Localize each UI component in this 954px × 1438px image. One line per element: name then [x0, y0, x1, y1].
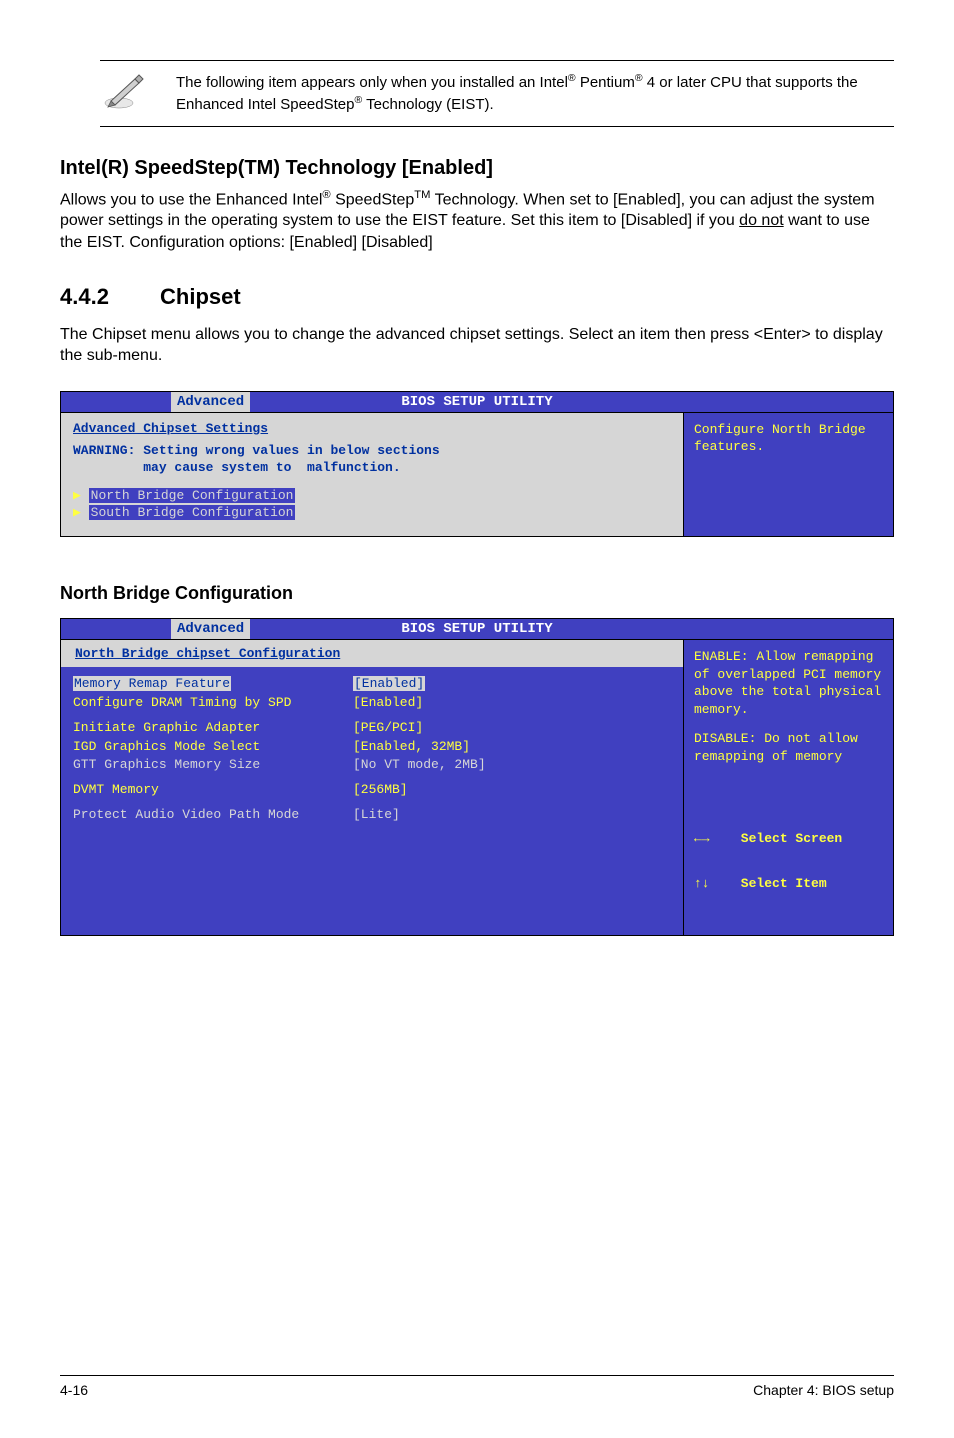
pen-note-icon	[100, 71, 148, 111]
note-callout: The following item appears only when you…	[100, 60, 894, 127]
bios1-header: BIOS SETUP UTILITY Advanced	[61, 392, 893, 413]
speedstep-heading: Intel(R) SpeedStep(TM) Technology [Enabl…	[60, 157, 894, 180]
bios2-tab-advanced: Advanced	[171, 619, 250, 639]
bios2-row-dvmt: DVMT Memory [256MB]	[73, 781, 671, 800]
bios2-help-disable: DISABLE: Do not allow remapping of memor…	[694, 730, 883, 765]
bios-screenshot-1: BIOS SETUP UTILITY Advanced Advanced Chi…	[60, 391, 894, 567]
bios1-tab-advanced: Advanced	[171, 392, 250, 412]
chapter-label: Chapter 4: BIOS setup	[753, 1382, 894, 1398]
bios2-nav-hints: ←→ Select Screen ↑↓ Select Item	[694, 801, 883, 921]
bios2-row-initiate-graphic: Initiate Graphic Adapter [PEG/PCI]	[73, 719, 671, 738]
bios2-row-protect-audio: Protect Audio Video Path Mode [Lite]	[73, 806, 671, 825]
bios2-row-memory-remap: Memory Remap Feature [Enabled]	[73, 675, 671, 694]
triangle-right-icon: ▶	[73, 505, 89, 520]
chipset-heading: 4.4.2Chipset	[60, 284, 894, 310]
triangle-right-icon: ▶	[73, 488, 89, 503]
bios2-row-dram-timing: Configure DRAM Timing by SPD [Enabled]	[73, 694, 671, 713]
bios1-item-south-bridge: ▶ South Bridge Configuration	[73, 504, 671, 522]
note-text: The following item appears only when you…	[176, 71, 894, 116]
north-bridge-subheading: North Bridge Configuration	[60, 583, 894, 604]
page-number: 4-16	[60, 1382, 88, 1398]
bios2-row-gtt-size: GTT Graphics Memory Size [No VT mode, 2M…	[73, 756, 671, 775]
speedstep-paragraph: Allows you to use the Enhanced Intel® Sp…	[60, 188, 894, 254]
bios-screenshot-2: BIOS SETUP UTILITY Advanced North Bridge…	[60, 618, 894, 966]
bios2-header: BIOS SETUP UTILITY Advanced	[61, 619, 893, 640]
bios1-title: Advanced Chipset Settings	[73, 421, 671, 436]
bios1-warning: WARNING: Setting wrong values in below s…	[73, 442, 671, 477]
page-footer: 4-16 Chapter 4: BIOS setup	[60, 1375, 894, 1398]
bios1-help-text: Configure North Bridge features.	[694, 421, 883, 456]
bios1-item-north-bridge: ▶ North Bridge Configuration	[73, 487, 671, 505]
chipset-paragraph: The Chipset menu allows you to change th…	[60, 324, 894, 367]
bios2-row-igd-mode: IGD Graphics Mode Select [Enabled, 32MB]	[73, 738, 671, 757]
bios2-help-enable: ENABLE: Allow remapping of overlapped PC…	[694, 648, 883, 718]
bios2-title: North Bridge chipset Configuration	[73, 646, 342, 661]
